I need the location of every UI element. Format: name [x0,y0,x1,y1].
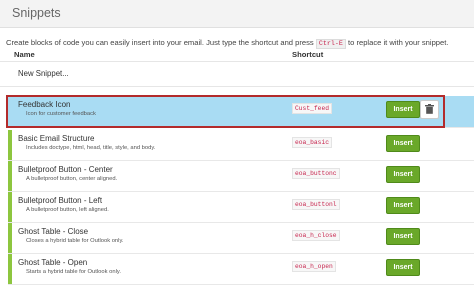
description-after: to replace it with your snippet. [345,38,449,47]
selection-highlight [6,95,445,128]
snippet-shortcut: eoa_h_open [292,261,336,272]
insert-button[interactable]: Insert [386,135,420,152]
snippet-shortcut: eoa_buttonl [292,199,340,210]
insert-button[interactable]: Insert [386,228,420,245]
shortcut-key: Ctrl-E [315,39,346,49]
row-accent-bar [8,130,12,160]
snippet-row-ghost-table-close[interactable]: Ghost Table - Close Closes a hybrid tabl… [8,223,474,254]
row-accent-bar [8,192,12,222]
snippet-row-ghost-table-open[interactable]: Ghost Table - Open Starts a hybrid table… [8,254,474,285]
snippet-name: Bulletproof Button - Center [18,165,113,174]
new-snippet-row[interactable]: New Snippet... [0,61,474,87]
snippet-name: Ghost Table - Close [18,227,89,236]
snippet-row-bulletproof-button-left[interactable]: Bulletproof Button - Left A bulletproof … [8,192,474,223]
row-accent-bar [8,254,12,284]
new-snippet-label: New Snippet... [18,69,69,78]
snippet-description: Starts a hybrid table for Outlook only. [26,269,121,275]
row-accent-bar [8,223,12,253]
column-header-shortcut: Shortcut [292,50,324,59]
snippet-description: Includes doctype, html, head, title, sty… [26,145,156,151]
description-text: Create blocks of code you can easily ins… [6,38,449,49]
snippet-shortcut: eoa_buttonc [292,168,340,179]
description-before: Create blocks of code you can easily ins… [6,38,316,47]
column-header-name: Name [14,50,35,59]
snippet-name: Basic Email Structure [18,134,95,143]
snippet-name: Bulletproof Button - Left [18,196,103,205]
snippet-description: A bulletproof button, center aligned. [26,176,118,182]
insert-button[interactable]: Insert [386,197,420,214]
page-title: Snippets [12,6,61,20]
snippet-row-basic-email-structure[interactable]: Basic Email Structure Includes doctype, … [8,130,474,161]
snippet-description: Closes a hybrid table for Outlook only. [26,238,124,244]
snippet-shortcut: eoa_h_close [292,230,340,241]
snippet-shortcut: eoa_basic [292,137,333,148]
snippet-description: A bulletproof button, left aligned. [26,207,109,213]
header-bar: Snippets [0,0,474,28]
insert-button[interactable]: Insert [386,259,420,276]
row-accent-bar [8,161,12,191]
snippet-row-bulletproof-button-center[interactable]: Bulletproof Button - Center A bulletproo… [8,161,474,192]
insert-button[interactable]: Insert [386,166,420,183]
snippet-name: Ghost Table - Open [18,258,88,267]
